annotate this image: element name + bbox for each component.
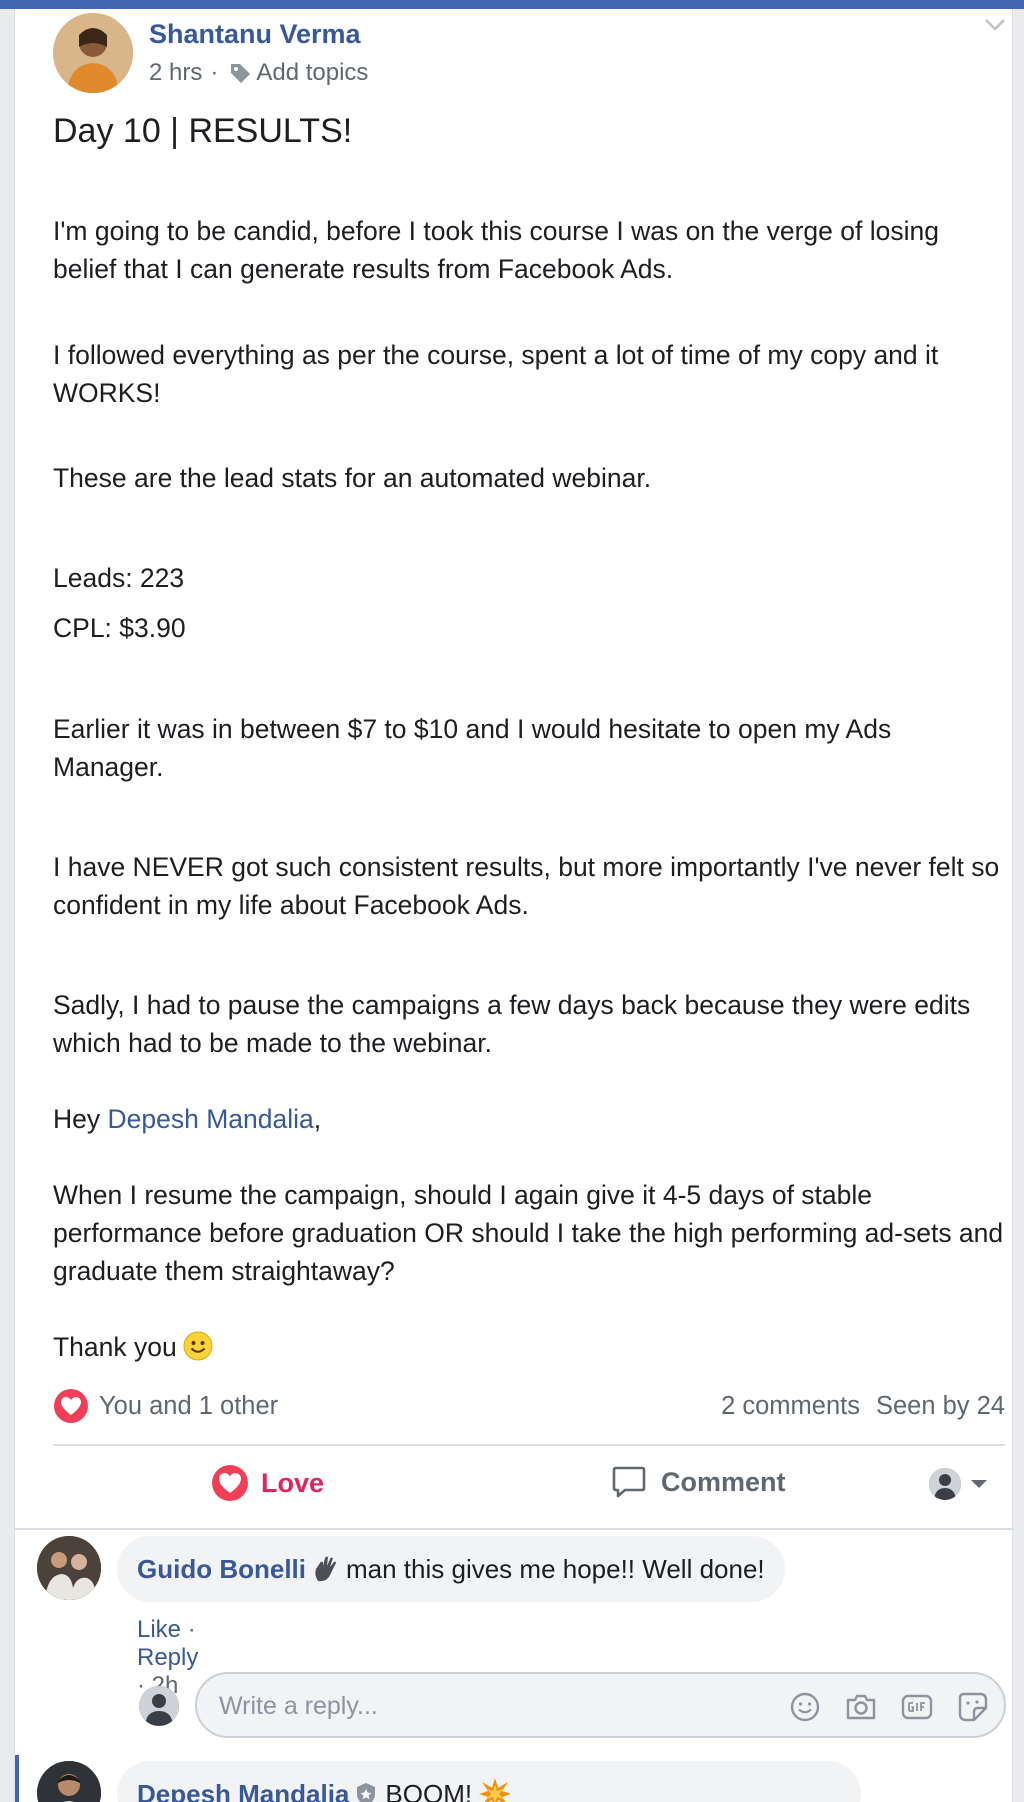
greeting-text: Hey bbox=[53, 1104, 108, 1134]
post-paragraph-10: When I resume the campaign, should I aga… bbox=[53, 1180, 1004, 1286]
divider bbox=[15, 1528, 1014, 1530]
reply-input[interactable] bbox=[219, 1688, 719, 1724]
comment-label: Comment bbox=[661, 1466, 786, 1497]
reply-tools bbox=[788, 1690, 990, 1724]
meta-separator: · bbox=[210, 59, 219, 86]
sticker-icon[interactable] bbox=[956, 1690, 990, 1724]
mention-link[interactable]: Depesh Mandalia bbox=[108, 1104, 314, 1134]
commenter-name[interactable]: Guido Bonelli bbox=[137, 1554, 306, 1585]
wave-icon bbox=[315, 1556, 336, 1582]
reply-composer bbox=[139, 1672, 1006, 1738]
post-paragraph-9: Hey Depesh Mandalia, bbox=[53, 1100, 1008, 1138]
comment-button[interactable]: Comment bbox=[611, 1464, 786, 1500]
reply-input-box bbox=[195, 1672, 1006, 1738]
comment-like-link[interactable]: Like bbox=[137, 1616, 181, 1643]
explosion-icon bbox=[479, 1778, 512, 1802]
reaction-count-text[interactable]: You and 1 other bbox=[99, 1392, 278, 1421]
chevron-down-icon[interactable] bbox=[983, 17, 1007, 33]
post-paragraph-11: Thank you bbox=[53, 1328, 1008, 1366]
commenter-avatar[interactable] bbox=[37, 1761, 101, 1802]
post-paragraph-2: I followed everything as per the course,… bbox=[53, 340, 939, 408]
post-time[interactable]: 2 hrs bbox=[149, 59, 202, 87]
post-meta: 2 hrs · Add topics bbox=[149, 59, 368, 87]
gif-icon[interactable] bbox=[900, 1690, 934, 1724]
comment-count[interactable]: 2 comments bbox=[721, 1392, 860, 1421]
thank-you-text: Thank you bbox=[53, 1332, 177, 1362]
love-button[interactable]: Love bbox=[211, 1464, 324, 1502]
badge-icon bbox=[357, 1783, 376, 1802]
author-name[interactable]: Shantanu Verma bbox=[149, 19, 361, 50]
comment-bubble: Depesh Mandalia BOOM! bbox=[117, 1761, 861, 1802]
camera-icon[interactable] bbox=[844, 1690, 878, 1724]
post-paragraph-6: Earlier it was in between $7 to $10 and … bbox=[53, 714, 892, 782]
stat-cpl: CPL: $3.90 bbox=[53, 613, 186, 643]
audience-selector[interactable] bbox=[929, 1468, 989, 1500]
post-paragraph-8: Sadly, I had to pause the campaigns a fe… bbox=[53, 990, 971, 1058]
comment-icon bbox=[612, 1466, 646, 1498]
comment-text: man this gives me hope!! Well done! bbox=[346, 1553, 765, 1584]
author-avatar[interactable] bbox=[53, 13, 133, 93]
commenter-name[interactable]: Depesh Mandalia bbox=[137, 1779, 349, 1802]
post-paragraph-3: These are the lead stats for an automate… bbox=[53, 463, 652, 493]
smile-emoji-icon bbox=[183, 1331, 213, 1361]
post-paragraph-1: I'm going to be candid, before I took th… bbox=[53, 216, 939, 284]
love-reaction-icon[interactable] bbox=[53, 1388, 89, 1424]
viewer-avatar bbox=[929, 1468, 961, 1500]
top-bar bbox=[0, 0, 1024, 9]
post-card: Shantanu Verma 2 hrs · Add topics Day 10… bbox=[14, 9, 1014, 1802]
love-label: Love bbox=[261, 1467, 325, 1498]
emoji-icon[interactable] bbox=[788, 1690, 822, 1724]
thread-highlight-bar bbox=[15, 1755, 19, 1802]
comment-text: BOOM! bbox=[385, 1778, 473, 1802]
add-topics-link[interactable]: Add topics bbox=[256, 59, 368, 87]
stat-leads: Leads: 223 bbox=[53, 563, 185, 593]
heart-icon bbox=[212, 1465, 248, 1501]
comment-bubble: Guido Bonelli man this gives me hope!! W… bbox=[117, 1536, 785, 1602]
post-title: Day 10 | RESULTS! bbox=[53, 112, 353, 150]
greeting-comma: , bbox=[313, 1104, 322, 1134]
seen-count[interactable]: Seen by 24 bbox=[876, 1392, 1005, 1421]
commenter-avatar[interactable] bbox=[37, 1536, 101, 1600]
comment-reply-link[interactable]: Reply bbox=[137, 1644, 198, 1671]
viewer-avatar bbox=[139, 1686, 179, 1726]
caret-down-icon bbox=[971, 1480, 987, 1488]
action-bar: Love Comment bbox=[53, 1446, 1005, 1528]
post-paragraph-7: I have NEVER got such consistent results… bbox=[53, 852, 1000, 920]
reaction-summary: You and 1 other 2 comments Seen by 24 bbox=[53, 1386, 1005, 1426]
tag-icon bbox=[231, 64, 251, 83]
